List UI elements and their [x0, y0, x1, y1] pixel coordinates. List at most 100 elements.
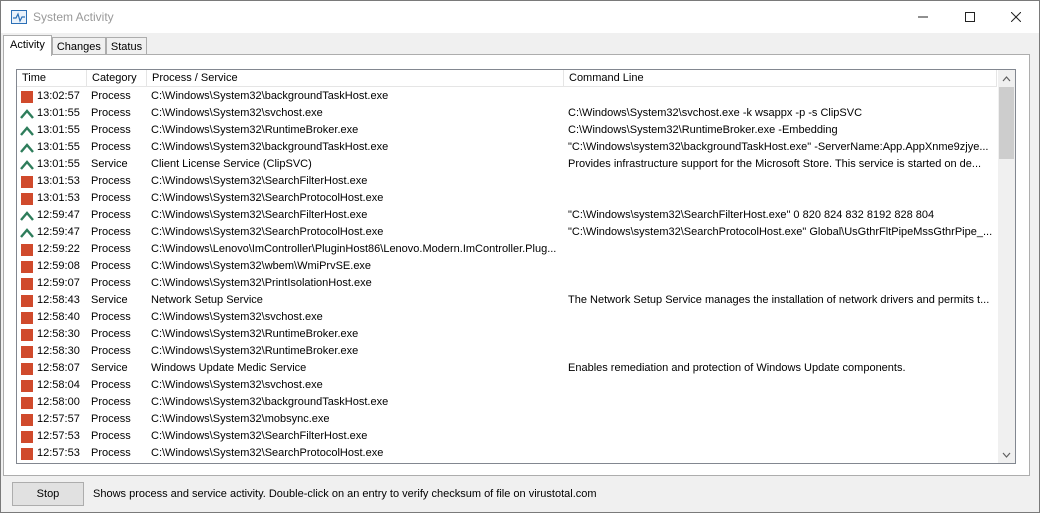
cell-time: 13:01:53	[37, 175, 80, 187]
maximize-button[interactable]	[947, 1, 993, 33]
cell-process: C:\Windows\System32\SearchFilterHost.exe	[151, 430, 368, 442]
cell-process: C:\Windows\System32\svchost.exe	[151, 107, 323, 119]
table-row[interactable]: 12:58:43 Service Network Setup Service The …	[17, 292, 997, 309]
process-started-icon	[20, 126, 34, 136]
table-row[interactable]: 13:01:55 Process C:\Windows\System32\svcho…	[17, 105, 997, 122]
cell-process: C:\Windows\System32\mobsync.exe	[151, 413, 330, 425]
table-row[interactable]: 13:02:57 Process C:\Windows\System32\backg…	[17, 88, 997, 105]
tab-changes[interactable]: Changes	[51, 37, 106, 55]
minimize-icon	[918, 16, 928, 18]
cell-time: 13:01:55	[37, 158, 80, 170]
cell-command: "C:\Windows\system32\SearchProtocolHost.…	[568, 226, 993, 238]
cell-category: Process	[91, 345, 131, 357]
close-button[interactable]	[993, 1, 1039, 33]
cell-process: C:\Windows\System32\SearchProtocolHost.e…	[151, 226, 384, 238]
process-stopped-icon	[21, 414, 33, 426]
process-stopped-icon	[21, 176, 33, 188]
table-row[interactable]: 12:57:53 Process C:\Windows\System32\Searc…	[17, 428, 997, 445]
table-row[interactable]: 13:01:55 Process C:\Windows\System32\Runti…	[17, 122, 997, 139]
activity-list[interactable]: Time Category Process / Service Command …	[16, 69, 1016, 464]
vertical-scrollbar[interactable]	[998, 70, 1015, 463]
maximize-icon	[965, 12, 975, 22]
cell-category: Process	[91, 413, 131, 425]
column-header-time[interactable]: Time	[17, 70, 87, 87]
table-row[interactable]: 13:01:53 Process C:\Windows\System32\Searc…	[17, 173, 997, 190]
process-stopped-icon	[21, 91, 33, 103]
cell-category: Process	[91, 430, 131, 442]
cell-time: 13:01:55	[37, 124, 80, 136]
cell-time: 13:01:53	[37, 192, 80, 204]
cell-category: Process	[91, 124, 131, 136]
table-row[interactable]: 12:58:30 Process C:\Windows\System32\Runti…	[17, 326, 997, 343]
cell-time: 12:59:22	[37, 243, 80, 255]
table-row[interactable]: 12:58:07 Service Windows Update Medic Serv…	[17, 360, 997, 377]
cell-process: C:\Windows\System32\SearchProtocolHost.e…	[151, 192, 384, 204]
list-body: 13:02:57 Process C:\Windows\System32\backg…	[17, 88, 997, 462]
scroll-down-button[interactable]	[998, 446, 1015, 463]
cell-time: 13:01:55	[37, 107, 80, 119]
cell-process: C:\Windows\System32\wbem\WmiPrvSE.exe	[151, 260, 372, 272]
cell-process: C:\Windows\System32\RuntimeBroker.exe	[151, 328, 359, 340]
scroll-thumb[interactable]	[999, 87, 1014, 159]
table-row[interactable]: 12:57:53 Process C:\Windows\System32\Searc…	[17, 445, 997, 462]
cell-process: Windows Update Medic Service	[151, 362, 307, 374]
column-header-process[interactable]: Process / Service	[147, 70, 564, 87]
tab-status[interactable]: Status	[105, 37, 148, 55]
process-stopped-icon	[21, 431, 33, 443]
cell-command: C:\Windows\System32\RuntimeBroker.exe -E…	[568, 124, 838, 136]
cell-category: Process	[91, 277, 131, 289]
close-icon	[1011, 12, 1021, 22]
cell-time: 12:58:07	[37, 362, 80, 374]
column-header-command[interactable]: Command Line	[564, 70, 997, 87]
cell-command: The Network Setup Service manages the in…	[568, 294, 990, 306]
activity-monitor-icon	[11, 10, 27, 24]
system-activity-window: System Activity Activity Changes Status …	[0, 0, 1040, 513]
cell-time: 12:58:04	[37, 379, 80, 391]
cell-process: C:\Windows\System32\backgroundTaskHost.e…	[151, 141, 389, 153]
cell-time: 12:58:43	[37, 294, 80, 306]
table-row[interactable]: 12:58:04 Process C:\Windows\System32\svcho…	[17, 377, 997, 394]
table-row[interactable]: 12:59:08 Process C:\Windows\System32\wbem\…	[17, 258, 997, 275]
cell-process: C:\Windows\System32\backgroundTaskHost.e…	[151, 90, 389, 102]
cell-category: Process	[91, 447, 131, 459]
cell-category: Process	[91, 226, 131, 238]
stop-button[interactable]: Stop	[12, 482, 84, 506]
tab-activity[interactable]: Activity	[3, 35, 52, 56]
table-row[interactable]: 12:59:22 Process C:\Windows\Lenovo\ImContr…	[17, 241, 997, 258]
table-row[interactable]: 12:58:40 Process C:\Windows\System32\svcho…	[17, 309, 997, 326]
process-stopped-icon	[21, 397, 33, 409]
table-row[interactable]: 12:58:30 Process C:\Windows\System32\Runti…	[17, 343, 997, 360]
cell-category: Process	[91, 107, 131, 119]
cell-category: Process	[91, 260, 131, 272]
table-row[interactable]: 13:01:55 Process C:\Windows\System32\backg…	[17, 139, 997, 156]
title-bar[interactable]: System Activity	[1, 1, 1039, 33]
cell-process: C:\Windows\System32\backgroundTaskHost.e…	[151, 396, 389, 408]
cell-process: C:\Windows\System32\svchost.exe	[151, 311, 323, 323]
table-row[interactable]: 12:57:57 Process C:\Windows\System32\mobsy…	[17, 411, 997, 428]
chevron-down-icon	[1002, 452, 1011, 458]
cell-command: "C:\Windows\system32\backgroundTaskHost.…	[568, 141, 989, 153]
process-started-icon	[20, 143, 34, 153]
table-row[interactable]: 13:01:55 Service Client License Service (C…	[17, 156, 997, 173]
cell-time: 12:57:53	[37, 447, 80, 459]
table-row[interactable]: 12:58:00 Process C:\Windows\System32\backg…	[17, 394, 997, 411]
column-header-category[interactable]: Category	[87, 70, 147, 87]
table-row[interactable]: 12:59:47 Process C:\Windows\System32\Searc…	[17, 224, 997, 241]
status-text: Shows process and service activity. Doub…	[93, 488, 597, 500]
cell-category: Process	[91, 396, 131, 408]
table-row[interactable]: 12:59:07 Process C:\Windows\System32\Print…	[17, 275, 997, 292]
cell-category: Process	[91, 243, 131, 255]
cell-time: 12:59:47	[37, 226, 80, 238]
cell-time: 13:01:55	[37, 141, 80, 153]
process-stopped-icon	[21, 448, 33, 460]
minimize-button[interactable]	[900, 1, 946, 33]
process-stopped-icon	[21, 261, 33, 273]
process-started-icon	[20, 160, 34, 170]
cell-time: 12:58:40	[37, 311, 80, 323]
cell-time: 12:57:53	[37, 430, 80, 442]
activity-panel: Time Category Process / Service Command …	[3, 54, 1030, 476]
process-stopped-icon	[21, 295, 33, 307]
table-row[interactable]: 13:01:53 Process C:\Windows\System32\Searc…	[17, 190, 997, 207]
table-row[interactable]: 12:59:47 Process C:\Windows\System32\Searc…	[17, 207, 997, 224]
scroll-up-button[interactable]	[998, 70, 1015, 87]
